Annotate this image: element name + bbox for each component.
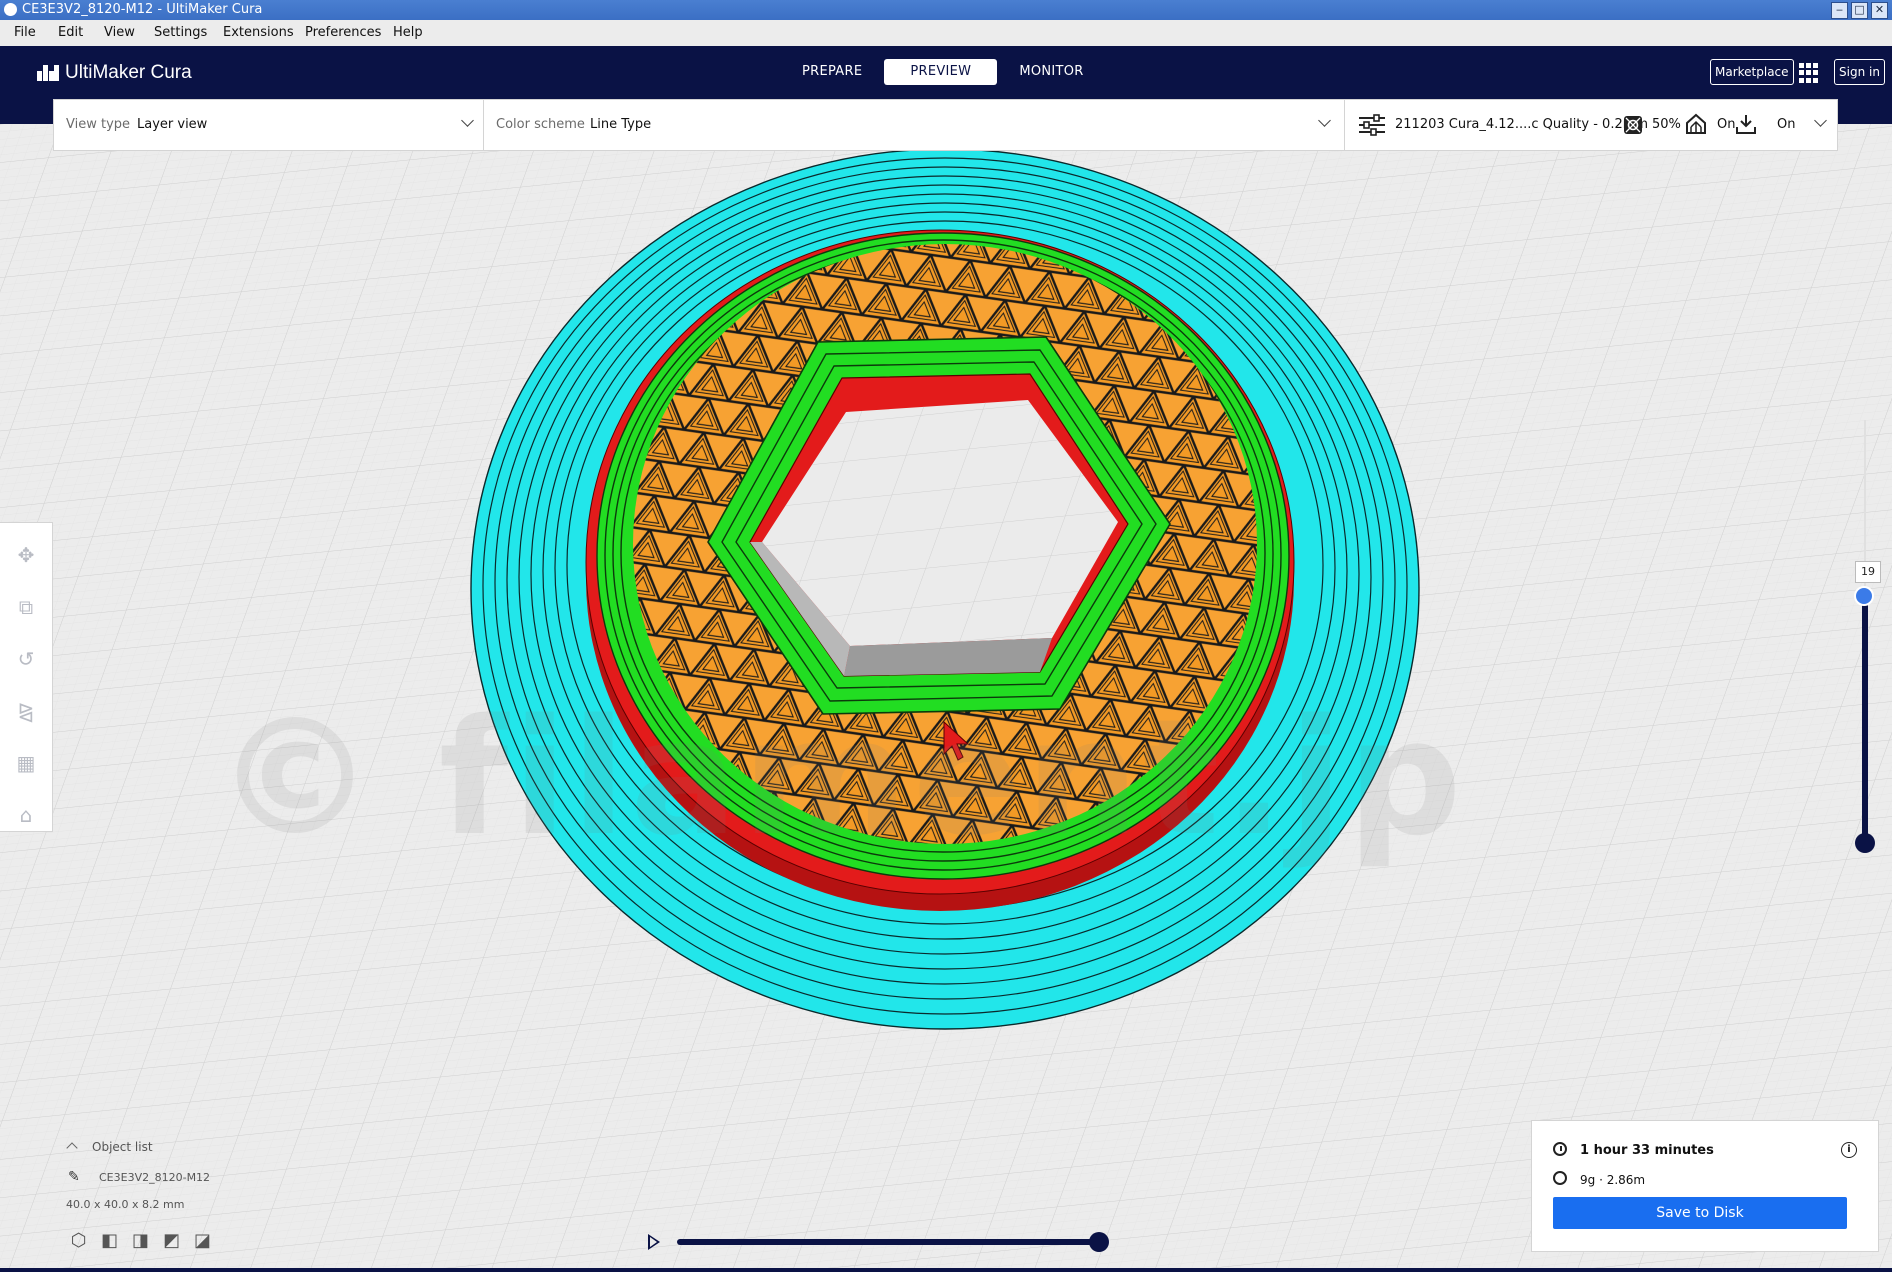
object-name[interactable]: CE3E3V2_8120-M12 <box>99 1171 210 1184</box>
spool-icon <box>1553 1171 1567 1185</box>
menu-view[interactable]: View <box>104 25 135 40</box>
window-title-bar: CE3E3V2_8120-M12 - UltiMaker Cura ‒ □ ✕ <box>0 0 1892 20</box>
scale-icon[interactable]: ⧉ <box>14 595 38 619</box>
print-settings-selector[interactable]: 211203 Cura_4.12....c Quality - 0.2mm 50… <box>1344 99 1838 151</box>
watermark: © filament.jp <box>215 684 1466 871</box>
right-view-icon[interactable]: ◪ <box>192 1230 213 1251</box>
print-info-panel: 1 hour 33 minutes i 9g · 2.86m Save to D… <box>1531 1120 1879 1252</box>
per-model-settings-icon[interactable]: ▦ <box>14 751 38 775</box>
3d-view-icon[interactable]: ⬡ <box>68 1230 89 1251</box>
play-icon[interactable] <box>648 1234 660 1250</box>
object-list-toggle[interactable]: Object list <box>92 1140 153 1154</box>
chevron-down-icon <box>1814 114 1827 127</box>
object-dimensions: 40.0 x 40.0 x 8.2 mm <box>66 1198 185 1211</box>
left-view-icon[interactable]: ◩ <box>161 1230 182 1251</box>
pencil-icon[interactable]: ✎ <box>68 1169 80 1185</box>
window-title: CE3E3V2_8120-M12 - UltiMaker Cura <box>22 2 263 17</box>
mirror-icon[interactable]: ⧎ <box>14 699 38 723</box>
layer-slider-range <box>1862 596 1868 844</box>
menu-help[interactable]: Help <box>393 25 423 40</box>
minimize-button[interactable]: ‒ <box>1831 2 1848 19</box>
chevron-down-icon <box>461 114 474 127</box>
menu-settings[interactable]: Settings <box>154 25 207 40</box>
tab-preview[interactable]: PREVIEW <box>884 59 998 85</box>
menu-bar: File Edit View Settings Extensions Prefe… <box>0 20 1892 47</box>
ultimaker-logo-icon <box>37 65 59 81</box>
adhesion-icon <box>1736 115 1756 134</box>
app-icon <box>4 3 17 16</box>
view-type-selector[interactable]: View type Layer view <box>53 99 484 151</box>
top-view-icon[interactable]: ◨ <box>130 1230 151 1251</box>
info-icon[interactable]: i <box>1841 1142 1857 1158</box>
color-scheme-selector[interactable]: Color scheme Line Type <box>483 99 1345 151</box>
color-scheme-value: Line Type <box>590 117 652 132</box>
support-blocker-icon[interactable]: ⌂ <box>14 803 38 827</box>
front-view-icon[interactable]: ◧ <box>99 1230 120 1251</box>
current-layer-input[interactable]: 19 <box>1855 561 1881 583</box>
layer-path-handle[interactable] <box>1089 1232 1109 1252</box>
move-icon[interactable]: ✥ <box>14 543 38 567</box>
rotate-icon[interactable]: ↺ <box>14 647 38 671</box>
settings-sliders-icon <box>1359 114 1385 136</box>
menu-preferences[interactable]: Preferences <box>305 25 381 40</box>
transform-toolbar: ✥ ⧉ ↺ ⧎ ▦ ⌂ <box>0 522 53 832</box>
material-usage: 9g · 2.86m <box>1580 1173 1646 1187</box>
camera-view-buttons: ⬡ ◧ ◨ ◩ ◪ <box>68 1230 213 1251</box>
chevron-down-icon <box>1318 114 1331 127</box>
infill-value: 50% <box>1652 117 1681 132</box>
maximize-button[interactable]: □ <box>1851 2 1868 19</box>
menu-file[interactable]: File <box>14 25 36 40</box>
layer-slider-lower-handle[interactable] <box>1855 833 1875 853</box>
tab-prepare[interactable]: PREPARE <box>780 59 884 85</box>
close-button[interactable]: ✕ <box>1871 2 1888 19</box>
bottom-edge <box>0 1268 1892 1272</box>
support-icon <box>1686 113 1706 134</box>
view-type-value: Layer view <box>137 117 208 132</box>
support-value: On <box>1717 117 1736 132</box>
adhesion-value: On <box>1777 117 1796 132</box>
apps-grid-icon[interactable] <box>1799 63 1819 83</box>
tab-monitor[interactable]: MONITOR <box>997 59 1105 85</box>
stage-tabs: PREPARE PREVIEW MONITOR <box>780 59 1106 85</box>
layer-slider[interactable] <box>1854 420 1875 853</box>
menu-edit[interactable]: Edit <box>58 25 83 40</box>
print-time: 1 hour 33 minutes <box>1580 1143 1714 1158</box>
clock-icon <box>1553 1142 1567 1156</box>
3d-viewport[interactable]: © filament.jp <box>0 124 1892 1269</box>
sign-in-button[interactable]: Sign in <box>1834 59 1885 85</box>
menu-extensions[interactable]: Extensions <box>223 25 294 40</box>
app-name: UltiMaker Cura <box>65 62 192 83</box>
layer-path-slider[interactable] <box>677 1239 1100 1245</box>
view-type-label: View type <box>66 117 131 132</box>
layer-slider-upper-handle[interactable] <box>1854 586 1874 606</box>
profile-name: 211203 Cura_4.12....c Quality - 0.2mm <box>1395 117 1649 132</box>
app-logo: UltiMaker Cura <box>37 62 192 84</box>
save-to-disk-button[interactable]: Save to Disk <box>1553 1197 1847 1229</box>
marketplace-button[interactable]: Marketplace <box>1710 59 1794 85</box>
infill-icon <box>1624 116 1642 134</box>
color-scheme-label: Color scheme <box>496 117 585 132</box>
